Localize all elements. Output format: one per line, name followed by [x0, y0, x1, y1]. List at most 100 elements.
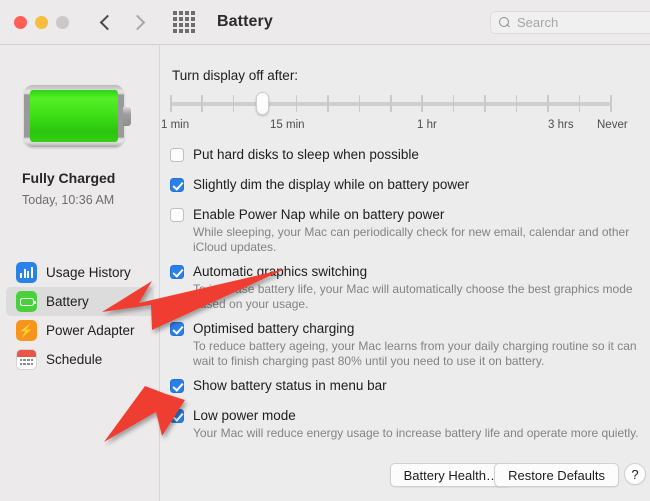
search-placeholder: Search	[517, 15, 559, 30]
grid-dot	[191, 29, 195, 33]
slider-tick	[547, 95, 549, 112]
sidebar-nav-list: Usage History Battery ⚡ Power Adapter Sc…	[0, 258, 160, 374]
navigation-buttons	[99, 15, 145, 29]
chevron-right-icon[interactable]	[131, 15, 145, 29]
sidebar-item-label: Battery	[46, 294, 89, 309]
title-bar: Battery Search	[0, 0, 650, 45]
minimize-button[interactable]	[35, 15, 48, 29]
close-button[interactable]	[14, 15, 27, 29]
slider-tick	[452, 95, 455, 112]
sidebar-item-label: Schedule	[46, 352, 103, 367]
slider-thumb[interactable]	[255, 92, 269, 115]
slider-tick	[201, 95, 203, 112]
checkbox[interactable]	[170, 409, 184, 423]
slider-tick	[170, 95, 172, 112]
slider-tick-labels: 1 min 15 min 1 hr 3 hrs Never	[161, 119, 628, 135]
bar-chart-glyph	[19, 267, 34, 278]
checkbox[interactable]	[170, 178, 184, 192]
slider-tick	[232, 95, 235, 112]
option-label: Low power mode	[193, 408, 296, 423]
grid-dot	[185, 23, 189, 27]
main-panel: Turn display off after: 1 min 15 min 1 h…	[161, 45, 650, 501]
sidebar-item-usage-history[interactable]: Usage History	[6, 258, 154, 287]
option-slightly-dim-display[interactable]: Slightly dim the display while on batter…	[170, 177, 648, 193]
slider-tick	[610, 95, 612, 112]
schedule-icon	[16, 349, 37, 370]
battery-fill	[30, 90, 118, 142]
battery-status-text: Fully Charged	[22, 170, 116, 186]
grid-dot	[179, 11, 183, 15]
checkbox[interactable]	[170, 322, 184, 336]
option-description: Your Mac will reduce energy usage to inc…	[193, 426, 639, 440]
slider-mark-label: 15 min	[270, 119, 305, 131]
option-description: To reduce battery ageing, your Mac learn…	[193, 339, 637, 368]
battery-icon	[16, 291, 37, 312]
option-enable-power-nap[interactable]: Enable Power Nap while on battery power	[170, 207, 648, 223]
grid-dot	[185, 17, 189, 21]
grid-dot	[191, 11, 195, 15]
checkbox[interactable]	[170, 208, 184, 222]
option-label: Enable Power Nap while on battery power	[193, 207, 445, 222]
slider-tick	[390, 95, 392, 112]
checkbox[interactable]	[170, 148, 184, 162]
option-label: Slightly dim the display while on batter…	[193, 177, 470, 192]
search-icon	[499, 16, 511, 29]
grid-dot	[179, 29, 183, 33]
sidebar-item-power-adapter[interactable]: ⚡ Power Adapter	[6, 316, 154, 345]
grid-dot	[173, 17, 177, 21]
sidebar-item-label: Usage History	[46, 265, 131, 280]
option-automatic-graphics-switching[interactable]: Automatic graphics switching	[170, 264, 648, 280]
grid-dot	[173, 29, 177, 33]
battery-options-list: Put hard disks to sleep when possible Sl…	[170, 147, 648, 450]
battery-terminal	[123, 107, 131, 126]
calendar-header-glyph	[17, 350, 36, 357]
grid-dot	[191, 17, 195, 21]
battery-preferences-window: Battery Search Fully Charged Today, 10:3…	[0, 0, 650, 501]
option-label: Optimised battery charging	[193, 321, 355, 336]
grid-dot	[185, 11, 189, 15]
display-sleep-slider[interactable]	[170, 92, 612, 115]
restore-defaults-button[interactable]: Restore Defaults	[494, 463, 619, 487]
slider-tick	[484, 95, 486, 112]
sidebar-item-schedule[interactable]: Schedule	[6, 345, 154, 374]
option-show-battery-status-in-menu-bar[interactable]: Show battery status in menu bar	[170, 378, 648, 394]
search-field[interactable]: Search	[490, 11, 650, 34]
usage-history-icon	[16, 262, 37, 283]
grid-dot	[173, 11, 177, 15]
battery-full-green-icon	[24, 85, 131, 147]
slider-tick	[295, 95, 298, 112]
traffic-lights	[14, 15, 69, 29]
power-adapter-icon: ⚡	[16, 320, 37, 341]
slider-tick	[327, 95, 329, 112]
option-low-power-mode[interactable]: Low power mode	[170, 408, 648, 424]
option-label: Put hard disks to sleep when possible	[193, 147, 419, 162]
sidebar-item-battery[interactable]: Battery	[6, 287, 154, 316]
option-label: Show battery status in menu bar	[193, 378, 387, 393]
option-put-hard-disks-to-sleep[interactable]: Put hard disks to sleep when possible	[170, 147, 648, 163]
slider-mark-label: 1 hr	[417, 119, 437, 131]
chevron-left-icon[interactable]	[99, 15, 113, 29]
calendar-grid-glyph	[19, 359, 34, 366]
help-button[interactable]: ?	[624, 463, 646, 485]
display-sleep-label: Turn display off after:	[172, 68, 299, 83]
slider-mark-label: Never	[597, 119, 628, 131]
grid-dot	[179, 23, 183, 27]
grid-apps-icon[interactable]	[173, 11, 195, 33]
slider-ticks	[170, 95, 612, 113]
sidebar-item-label: Power Adapter	[46, 323, 135, 338]
option-description: To increase battery life, your Mac will …	[193, 282, 633, 311]
option-description: While sleeping, your Mac can periodicall…	[193, 225, 630, 254]
slider-tick	[578, 95, 581, 112]
maximize-button[interactable]	[56, 15, 69, 29]
checkbox[interactable]	[170, 265, 184, 279]
slider-tick	[421, 95, 423, 112]
option-optimised-battery-charging[interactable]: Optimised battery charging	[170, 321, 648, 337]
page-title: Battery	[217, 13, 273, 30]
grid-dot	[173, 23, 177, 27]
grid-dot	[191, 23, 195, 27]
grid-dot	[185, 29, 189, 33]
checkbox[interactable]	[170, 379, 184, 393]
battery-glyph	[19, 297, 36, 306]
